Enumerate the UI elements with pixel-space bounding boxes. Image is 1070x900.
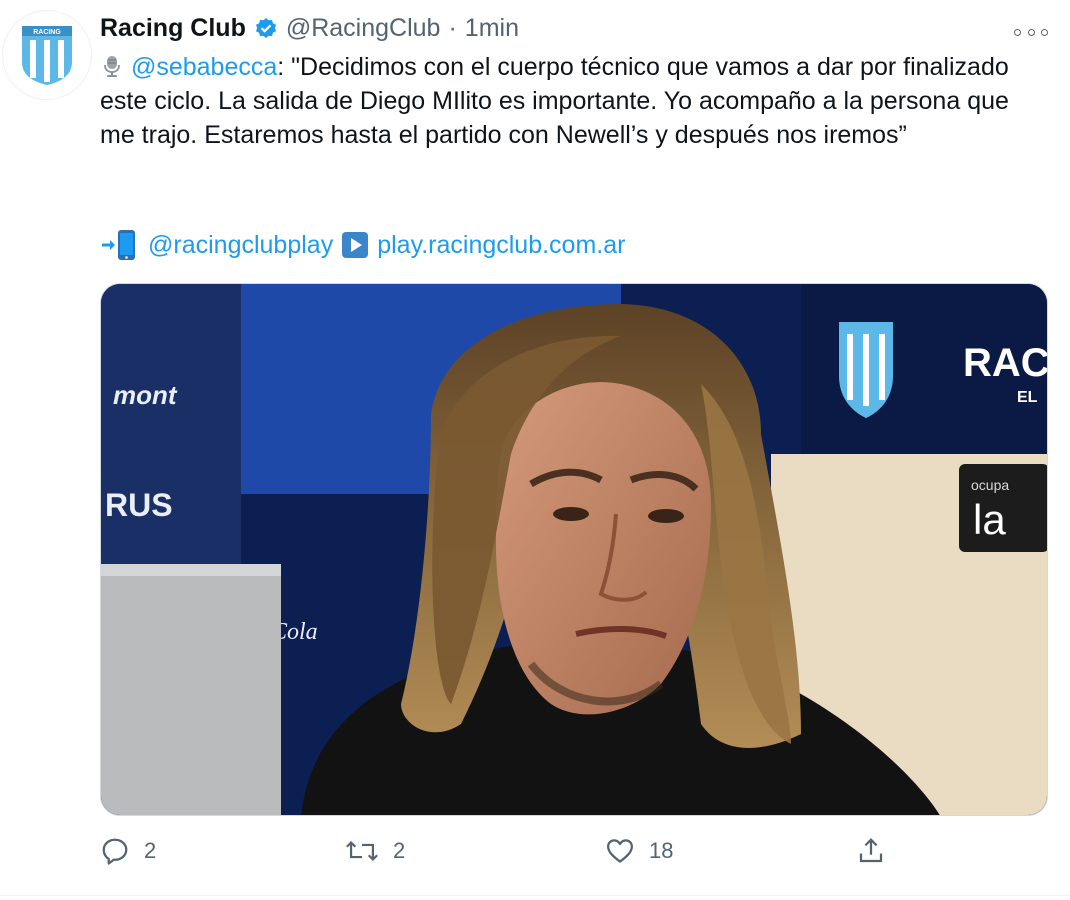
tweet-text: @sebabecca: "Decidimos con el cuerpo téc… (100, 50, 1040, 152)
author-name[interactable]: Racing Club (100, 14, 246, 43)
sign-text-racing: RAC (963, 341, 1048, 385)
retweet-icon[interactable] (345, 836, 379, 866)
tweet-media-image[interactable]: mont RUS Cola RAC EL ocupa la (100, 283, 1048, 816)
avatar[interactable]: RACING (2, 10, 92, 100)
share-icon[interactable] (856, 836, 886, 866)
mobile-phone-arrow-icon (102, 230, 135, 260)
retweet-action[interactable]: 2 (345, 836, 405, 866)
play-button-icon (342, 232, 369, 258)
tweet-header: Racing Club @RacingClub · 1min (100, 14, 519, 43)
timestamp[interactable]: 1min (465, 14, 519, 43)
tweet-actions: 2 2 18 (100, 836, 900, 876)
sign-text-el: EL (1017, 389, 1038, 406)
promo-line: @racingclubplay play.racingclub.com.ar (100, 228, 625, 262)
reply-action[interactable]: 2 (100, 836, 156, 866)
sponsor-text-rus: RUS (105, 487, 173, 523)
share-action[interactable] (856, 836, 886, 866)
microphone-icon (104, 56, 120, 77)
sponsor-text-mont: mont (113, 380, 178, 410)
board-text-top: ocupa (971, 477, 1009, 493)
like-action[interactable]: 18 (605, 836, 673, 866)
verified-badge-icon (254, 17, 278, 41)
promo-url-link[interactable]: play.racingclub.com.ar (377, 228, 625, 262)
heart-icon[interactable] (605, 836, 635, 866)
tweet-divider (0, 895, 1070, 896)
retweet-count: 2 (393, 838, 406, 863)
author-handle[interactable]: @RacingClub (286, 14, 441, 43)
avatar-text: RACING (33, 29, 61, 36)
board-text: la (973, 496, 1006, 543)
tweet[interactable]: RACING Racing Club @RacingClub · 1min @s… (0, 0, 1070, 900)
separator-dot: · (448, 14, 457, 42)
reply-icon[interactable] (100, 836, 130, 866)
promo-mention-link[interactable]: @racingclubplay (148, 228, 333, 262)
press-conference-photo: mont RUS Cola RAC EL ocupa la (101, 284, 1048, 815)
like-count: 18 (649, 838, 674, 863)
more-options-icon[interactable] (1014, 22, 1048, 42)
mention-link[interactable]: @sebabecca (131, 53, 277, 81)
racing-crest-icon: RACING (22, 26, 72, 85)
reply-count: 2 (144, 838, 157, 863)
